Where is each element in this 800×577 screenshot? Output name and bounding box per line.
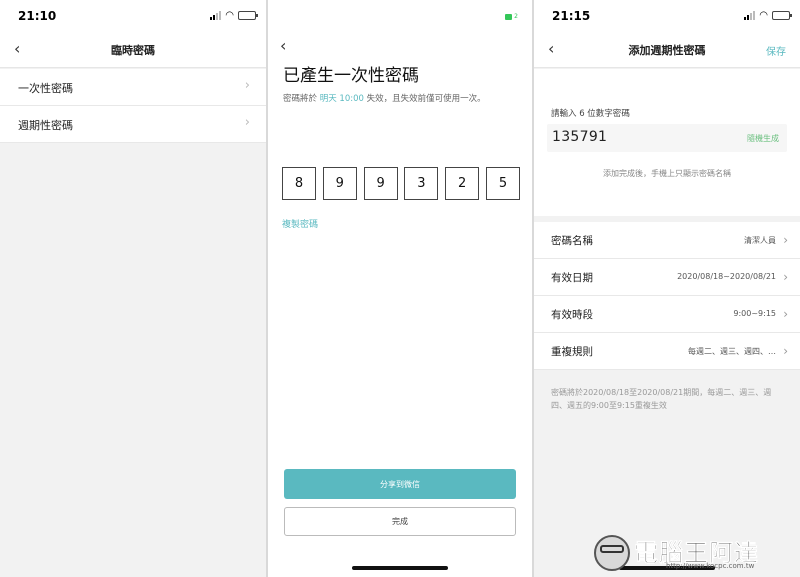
password-digit: 8: [282, 167, 316, 200]
password-digit: 9: [363, 167, 398, 200]
done-button[interactable]: 完成: [284, 507, 516, 536]
watermark-url: http://www.kocpc.com.tw: [666, 562, 755, 570]
mascot-face-icon: [594, 535, 630, 571]
password-type-list: 一次性密碼 › 週期性密碼 ›: [0, 69, 266, 143]
copy-password-link[interactable]: 複製密碼: [282, 217, 318, 230]
status-time: 21:15: [552, 9, 591, 23]
row-valid-date[interactable]: 有效日期 2020/08/18~2020/08/21 ›: [534, 259, 800, 296]
list-item-label: 週期性密碼: [18, 119, 73, 132]
list-item-one-time-password[interactable]: 一次性密碼 ›: [0, 69, 266, 106]
nav-bar: ‹ 添加週期性密碼 保存: [534, 32, 800, 68]
chevron-right-icon: ›: [244, 78, 250, 93]
password-settings-list: 密碼名稱 清潔人員 › 有效日期 2020/08/18~2020/08/21 ›…: [534, 222, 800, 370]
wifi-icon: ◠: [225, 10, 234, 21]
row-label: 密碼名稱: [551, 235, 593, 247]
signal-icon: [744, 11, 756, 20]
status-icons: ◠: [744, 10, 792, 21]
schedule-footnote: 密碼將於2020/08/18至2020/08/21期間，每週二、週三、週四、週五…: [551, 388, 772, 410]
password-digits: 8 9 9 3 2 5: [282, 167, 520, 200]
screen-one-time-password-generated: 2 ‹ 已產生一次性密碼 密碼將於 明天 10:00 失效，且失效前僅可使用一次…: [268, 0, 532, 577]
page-title: 已產生一次性密碼: [283, 66, 419, 86]
row-value: 9:00~9:15: [733, 309, 776, 318]
chevron-right-icon: ›: [783, 270, 788, 284]
random-generate-button[interactable]: 隨機生成: [747, 133, 779, 144]
page-title: 臨時密碼: [111, 44, 155, 57]
battery-icon: 2: [505, 13, 518, 20]
list-item-periodic-password[interactable]: 週期性密碼 ›: [0, 106, 266, 143]
chevron-left-icon[interactable]: ‹: [280, 37, 286, 55]
watermark-logo: 電腦王阿達 http://www.kocpc.com.tw: [594, 533, 794, 573]
row-value: 2020/08/18~2020/08/21: [677, 272, 776, 281]
page-title: 添加週期性密碼: [628, 44, 706, 57]
row-password-name[interactable]: 密碼名稱 清潔人員 ›: [534, 222, 800, 259]
row-value: 每週二、週三、週四、…: [688, 347, 776, 356]
password-digit: 5: [485, 167, 520, 200]
expiry-description: 密碼將於 明天 10:00 失效，且失效前僅可使用一次。: [283, 92, 486, 104]
share-wechat-button[interactable]: 分享到微信: [284, 469, 516, 499]
status-bar: 21:15 ◠: [534, 0, 800, 32]
password-digit: 3: [404, 167, 439, 200]
row-label: 有效日期: [551, 272, 593, 284]
status-bar: 21:10 ◠: [0, 0, 266, 32]
screen-add-periodic-password: 21:15 ◠ ‹ 添加週期性密碼 保存 請輸入 6 位數字密碼 135791 …: [534, 0, 800, 577]
row-value: 清潔人員: [744, 236, 776, 245]
screen-temporary-password: 21:10 ◠ ‹ 臨時密碼 一次性密碼 › 週期性密碼 ›: [0, 0, 266, 577]
battery-level: 2: [514, 13, 518, 20]
password-value[interactable]: 135791: [552, 129, 607, 145]
chevron-right-icon: ›: [783, 344, 788, 358]
chevron-right-icon: ›: [244, 115, 250, 130]
password-digit: 2: [445, 167, 480, 200]
row-label: 有效時段: [551, 309, 593, 321]
status-time: 21:10: [18, 9, 57, 23]
chevron-right-icon: ›: [783, 233, 788, 247]
home-indicator: [352, 566, 448, 570]
expiry-time: 明天 10:00: [319, 94, 364, 104]
row-repeat-rule[interactable]: 重複規則 每週二、週三、週四、… ›: [534, 333, 800, 370]
battery-icon: [238, 11, 258, 20]
desc-suffix: 失效，且失效前僅可使用一次。: [363, 94, 486, 104]
row-label: 重複規則: [551, 346, 593, 358]
battery-icon: [772, 11, 792, 20]
nav-bar: ‹ 臨時密碼: [0, 32, 266, 68]
glasses-icon: [600, 545, 624, 553]
row-valid-time[interactable]: 有效時段 9:00~9:15 ›: [534, 296, 800, 333]
password-input[interactable]: 135791 隨機生成: [547, 124, 787, 152]
wifi-icon: ◠: [759, 10, 768, 21]
password-note: 添加完成後，手機上只顯示密碼名稱: [603, 169, 731, 178]
list-item-label: 一次性密碼: [18, 82, 73, 95]
password-prompt: 請輸入 6 位數字密碼: [551, 109, 630, 119]
desc-prefix: 密碼將於: [283, 94, 320, 104]
save-button[interactable]: 保存: [766, 43, 786, 58]
password-input-card: 請輸入 6 位數字密碼 135791 隨機生成 添加完成後，手機上只顯示密碼名稱: [534, 69, 800, 216]
password-digit: 9: [322, 167, 357, 200]
chevron-right-icon: ›: [783, 307, 788, 321]
signal-icon: [210, 11, 222, 20]
status-icons: ◠: [210, 10, 258, 21]
